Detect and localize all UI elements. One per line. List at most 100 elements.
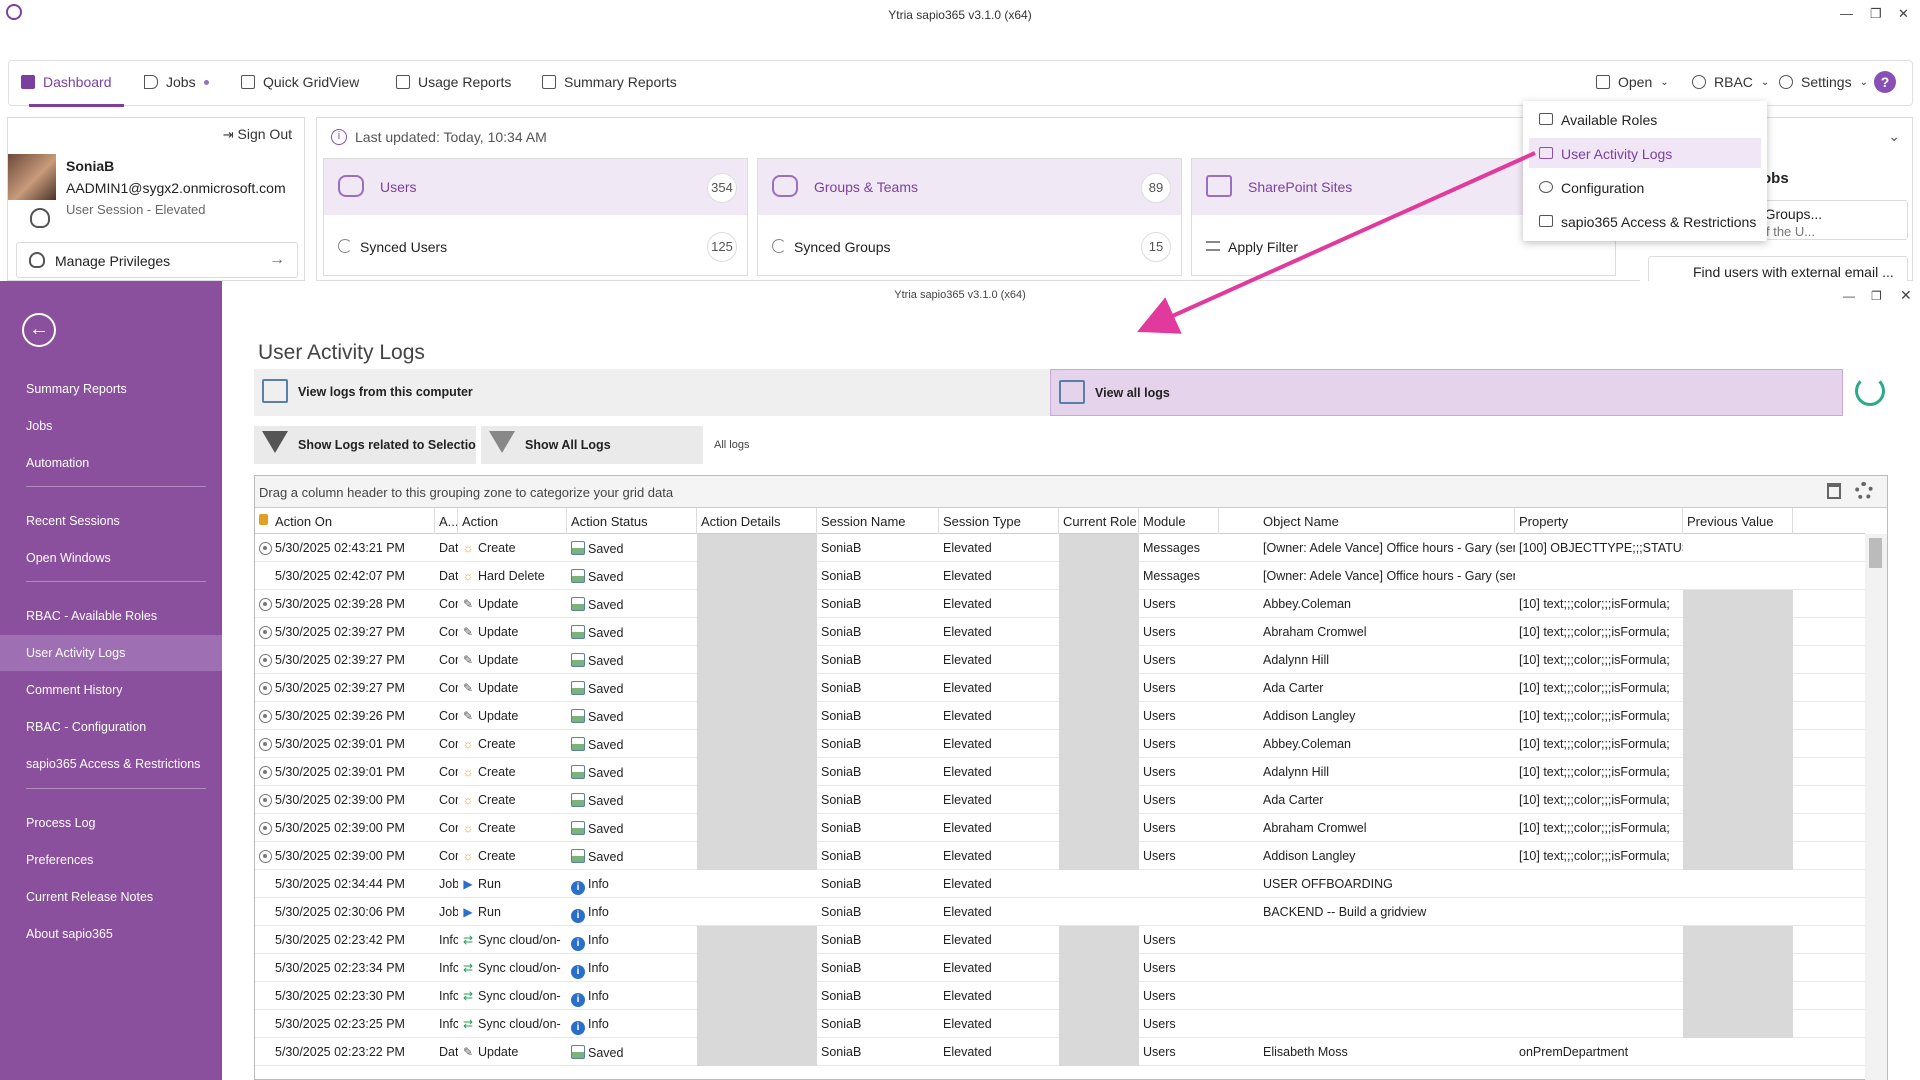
cell-object-name[interactable]: Ada Carter [1259,786,1515,814]
cell-action[interactable]: ⇄ Sync cloud/on- [458,1010,567,1038]
cell-property[interactable] [1515,982,1683,1010]
cell-property[interactable]: [10] text;;;color;;;isFormula; [1515,842,1683,870]
cell-area[interactable]: Cor [435,730,458,758]
cell-session-type[interactable]: Elevated [939,562,1059,590]
column-header-object-name[interactable]: Object Name [1259,508,1515,534]
cell-previous-value[interactable] [1683,842,1793,870]
cell-current-role[interactable] [1059,1010,1139,1038]
cell-action-details[interactable] [697,758,817,786]
cell-current-role[interactable] [1059,842,1139,870]
column-header-previous-value[interactable]: Previous Value [1683,508,1793,534]
cell-action[interactable]: ☼ Create [458,786,567,814]
cell-action-status[interactable]: Saved [567,758,697,786]
cell-session-name[interactable]: SoniaB [817,590,939,618]
cell-property[interactable]: [10] text;;;color;;;isFormula; [1515,674,1683,702]
cell-property[interactable]: [10] text;;;color;;;isFormula; [1515,702,1683,730]
cell-action[interactable]: ☼ Create [458,842,567,870]
cell-action-on[interactable]: 5/30/2025 02:42:07 PM [271,562,435,590]
cell-session-type[interactable]: Elevated [939,842,1059,870]
cell-previous-value[interactable] [1683,786,1793,814]
tab-quick-gridview[interactable]: Quick GridView [241,74,359,90]
cell-previous-value[interactable] [1683,646,1793,674]
cell-action-on[interactable]: 5/30/2025 02:39:26 PM [271,702,435,730]
help-button[interactable]: ? [1874,71,1896,93]
cell-module[interactable]: Users [1139,674,1219,702]
cell-property[interactable]: [10] text;;;color;;;isFormula; [1515,646,1683,674]
cell-area[interactable]: Infc [435,982,458,1010]
users-card[interactable]: Users 354 Synced Users 125 [323,158,748,276]
cell-previous-value[interactable] [1683,1010,1793,1038]
column-header-a[interactable]: A... [435,508,458,534]
cell-module[interactable] [1139,898,1219,926]
cell-action[interactable]: ⇄ Sync cloud/on- [458,954,567,982]
gear-icon[interactable] [1855,482,1873,500]
cell-action[interactable]: ▶ Run [458,898,567,926]
cell-action-on[interactable]: 5/30/2025 02:39:01 PM [271,758,435,786]
cell-current-role[interactable] [1059,814,1139,842]
cell-action-details[interactable] [697,814,817,842]
cell-action-status[interactable]: Saved [567,730,697,758]
table-row[interactable]: 5/30/2025 02:39:01 PM Cor ☼ Create Saved Soni… [255,758,1865,786]
close-button[interactable]: ✕ [1898,6,1909,22]
cell-module[interactable]: Messages [1139,534,1219,562]
cell-action[interactable]: ☼ Create [458,758,567,786]
cell-object-name[interactable]: Adalynn Hill [1259,646,1515,674]
cell-session-type[interactable]: Elevated [939,926,1059,954]
cell-area[interactable]: Cor [435,842,458,870]
tab-jobs[interactable]: Jobs [144,74,209,90]
table-row[interactable]: 5/30/2025 02:39:00 PM Cor ☼ Create Saved Soni… [255,814,1865,842]
table-row[interactable]: 5/30/2025 02:23:34 PM Infc ⇄ Sync cloud/on-… [255,954,1865,982]
cell-action-status[interactable]: i Info [567,926,697,954]
cell-action[interactable]: ☼ Create [458,814,567,842]
sidebar-item-rbac-available-roles[interactable]: RBAC - Available Roles [0,598,222,634]
scrollbar-thumb[interactable] [1869,538,1882,568]
cell-object-name[interactable]: Ada Carter [1259,674,1515,702]
show-selection-logs-button[interactable]: Show Logs related to Selectio [254,426,476,464]
manage-privileges-button[interactable]: Manage Privileges → [16,242,298,278]
cell-action-status[interactable]: Saved [567,786,697,814]
cell-action-on[interactable]: 5/30/2025 02:39:00 PM [271,814,435,842]
cell-property[interactable]: [10] text;;;color;;;isFormula; [1515,758,1683,786]
restore-button[interactable]: ❐ [1870,6,1882,22]
table-row[interactable]: 5/30/2025 02:30:06 PM Job ▶ Run i Info SoniaB E… [255,898,1865,926]
cell-action-status[interactable]: i Info [567,954,697,982]
column-header-action-on[interactable]: Action On [271,508,435,534]
cell-module[interactable]: Users [1139,1010,1219,1038]
cell-area[interactable]: Cor [435,618,458,646]
cell-action-details[interactable] [697,1010,817,1038]
cell-session-type[interactable]: Elevated [939,674,1059,702]
cell-action-on[interactable]: 5/30/2025 02:23:22 PM [271,1038,435,1066]
cell-property[interactable]: [10] text;;;color;;;isFormula; [1515,618,1683,646]
cell-session-name[interactable]: SoniaB [817,674,939,702]
cell-session-name[interactable]: SoniaB [817,730,939,758]
grouping-zone[interactable]: Drag a column header to this grouping zo… [255,476,1887,508]
rbac-menu[interactable]: RBAC ⌄ [1692,74,1769,90]
restore-button[interactable]: ❐ [1871,289,1882,303]
cell-module[interactable]: Messages [1139,562,1219,590]
cell-session-name[interactable]: SoniaB [817,618,939,646]
cell-action-on[interactable]: 5/30/2025 02:23:25 PM [271,1010,435,1038]
cell-previous-value[interactable] [1683,534,1793,562]
cell-current-role[interactable] [1059,982,1139,1010]
cell-action-on[interactable]: 5/30/2025 02:39:27 PM [271,646,435,674]
cell-action-on[interactable]: 5/30/2025 02:23:30 PM [271,982,435,1010]
cell-session-type[interactable]: Elevated [939,590,1059,618]
menu-item-access-restrictions[interactable]: sapio365 Access & Restrictions [1529,206,1761,236]
tab-usage-reports[interactable]: Usage Reports [396,74,511,90]
table-row[interactable]: 5/30/2025 02:23:42 PM Infc ⇄ Sync cloud/on-… [255,926,1865,954]
cell-action[interactable]: ☼ Hard Delete [458,562,567,590]
cell-action[interactable]: ⇄ Sync cloud/on- [458,982,567,1010]
show-all-logs-button[interactable]: Show All Logs [481,426,703,464]
cell-action-details[interactable] [697,590,817,618]
cell-action-status[interactable]: Saved [567,534,697,562]
cell-action[interactable]: ☼ Create [458,534,567,562]
cell-action-status[interactable]: i Info [567,982,697,1010]
cell-property[interactable]: [10] text;;;color;;;isFormula; [1515,590,1683,618]
cell-action[interactable]: ⇄ Sync cloud/on- [458,926,567,954]
close-button[interactable]: ✕ [1900,287,1912,304]
cell-action-on[interactable]: 5/30/2025 02:43:21 PM [271,534,435,562]
cell-session-name[interactable]: SoniaB [817,814,939,842]
table-row[interactable]: 5/30/2025 02:39:27 PM Cor ✎ Update Saved Soni… [255,618,1865,646]
cell-current-role[interactable] [1059,590,1139,618]
table-row[interactable]: 5/30/2025 02:42:07 PM Dat ☼ Hard Delete Save… [255,562,1865,590]
